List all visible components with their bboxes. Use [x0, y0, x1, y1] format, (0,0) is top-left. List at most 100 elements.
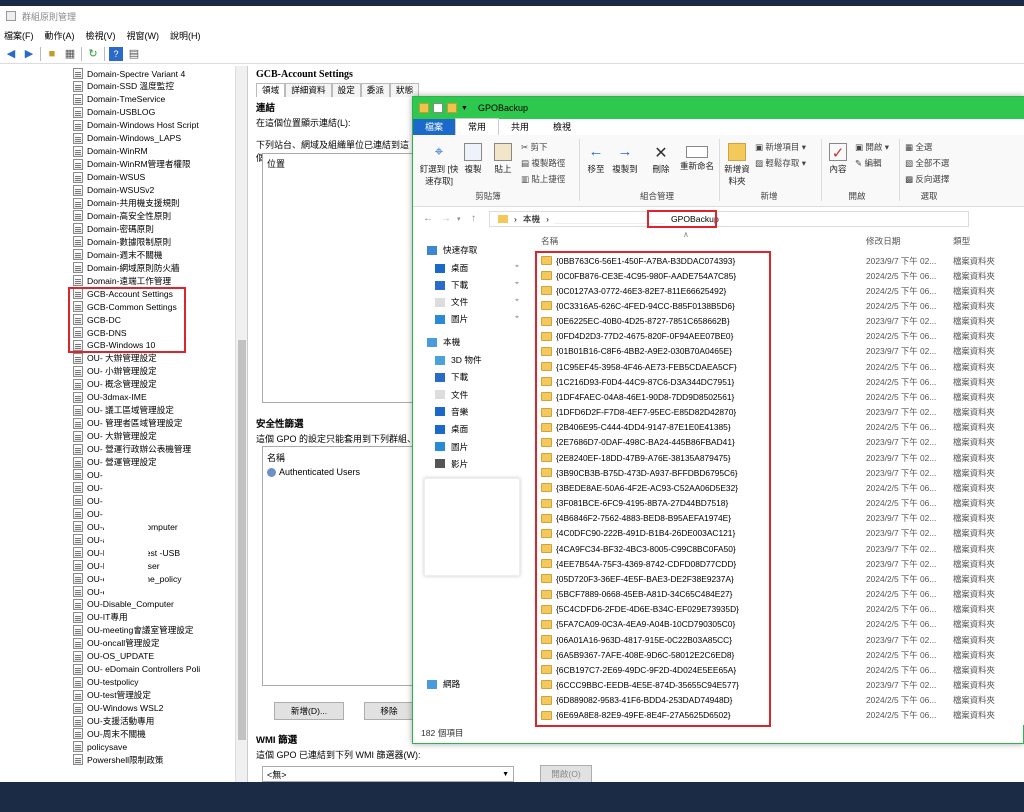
- tree-item[interactable]: Domain-SSD 溫度監控: [73, 80, 174, 93]
- tree-item[interactable]: OU- 營運管理設定: [73, 456, 157, 469]
- menu-action[interactable]: 動作(A): [45, 29, 75, 42]
- tree-item[interactable]: OU- 管理者區域管理設定: [73, 417, 182, 430]
- add-link-button[interactable]: 新增(D)...: [274, 702, 344, 720]
- tree-item[interactable]: OU- 議工區域管理設定: [73, 404, 174, 417]
- back-arrow-icon[interactable]: ◀: [4, 47, 18, 61]
- tree-item[interactable]: OU-3dmax-IME: [73, 391, 147, 404]
- ribbon-tab-file[interactable]: 檔案: [413, 119, 456, 135]
- properties-button[interactable]: ✓ 內容: [825, 143, 851, 175]
- file-row[interactable]: {1DF4FAEC-04A8-46E1-90D8-7DD9D8502561} 20…: [527, 389, 1024, 404]
- file-row[interactable]: {2E7686D7-0DAF-498C-BA24-445B86FBAD41} 20…: [527, 435, 1024, 450]
- links-table[interactable]: 位置: [262, 153, 414, 403]
- column-date[interactable]: 修改日期: [866, 235, 900, 247]
- wmi-filter-select[interactable]: <無> ▼: [262, 766, 514, 782]
- tree-item[interactable]: Domain-WSUS: [73, 171, 145, 184]
- tree-item[interactable]: OU-Disable_Computer: [73, 598, 174, 611]
- file-row[interactable]: {0C3316A5-626C-4FED-94CC-B85F0138B5D6} 20…: [527, 298, 1024, 313]
- easy-access-button[interactable]: ▨ 輕鬆存取 ▾: [755, 157, 806, 169]
- file-row[interactable]: {1DFD6D2F-F7D8-4EF7-95EC-E85D82D42870} 20…: [527, 405, 1024, 420]
- menu-view[interactable]: 檢視(V): [86, 29, 116, 42]
- quick-access-icon[interactable]: [433, 103, 443, 113]
- tree-item[interactable]: Domain-共用機支援規則: [73, 197, 180, 210]
- tab-settings[interactable]: 設定: [331, 83, 361, 97]
- cut-button[interactable]: ✂ 剪下: [521, 141, 548, 153]
- tree-item[interactable]: Domain-高安全性原則: [73, 209, 171, 222]
- tree-item[interactable]: OU- 大辦管理設定: [73, 430, 157, 443]
- console-tree-icon[interactable]: ▦: [63, 47, 77, 61]
- up-icon[interactable]: ↑: [471, 213, 476, 224]
- column-name[interactable]: 名稱: [541, 235, 558, 247]
- nav-item[interactable]: 桌面: [435, 261, 468, 275]
- new-folder-icon[interactable]: [447, 103, 457, 113]
- file-row[interactable]: {3F081BCE-6FC9-4195-8B7A-27D44BD7518} 202…: [527, 496, 1024, 511]
- rename-button[interactable]: 重新命名: [677, 143, 717, 172]
- forward-icon[interactable]: →: [441, 213, 451, 224]
- tree-item[interactable]: Domain-WSUSv2: [73, 184, 154, 197]
- file-row[interactable]: {01B01B16-C8F6-4BB2-A9E2-030B70A0465E} 20…: [527, 344, 1024, 359]
- back-icon[interactable]: ←: [423, 213, 433, 224]
- invert-selection-button[interactable]: ▩ 反向選擇: [905, 173, 949, 185]
- new-folder-button[interactable]: 新增資料夾: [723, 143, 751, 187]
- remove-link-button[interactable]: 移除: [364, 702, 414, 720]
- security-entry[interactable]: Authenticated Users: [267, 467, 360, 477]
- file-row[interactable]: {2E8240EF-18DD-47B9-A76E-38135A879475} 20…: [527, 450, 1024, 465]
- tree-item[interactable]: Domain-網域原則防火牆: [73, 261, 180, 274]
- tree-item[interactable]: Domain-USBLOG: [73, 106, 155, 119]
- copy-path-button[interactable]: ▤ 複製路徑: [521, 157, 565, 169]
- file-row[interactable]: {4C0DFC90-222B-491D-B1B4-26DE003AC121} 20…: [527, 526, 1024, 541]
- file-row[interactable]: {6CB197C7-2E69-49DC-9F2D-4D024E5EE65A} 20…: [527, 662, 1024, 677]
- tree-item[interactable]: OU- 大辦管理設定: [73, 352, 157, 365]
- nav-item[interactable]: 音樂: [435, 405, 468, 419]
- tree-item[interactable]: OU-oncall管理設定: [73, 637, 160, 650]
- tree-item[interactable]: OU-周末不關機: [73, 727, 146, 740]
- file-row[interactable]: {0C0127A3-0772-46E3-82E7-811E66625492} 20…: [527, 283, 1024, 298]
- open-button[interactable]: ▣ 開啟 ▾: [855, 141, 889, 153]
- tree-item[interactable]: Domain-密碼原則: [73, 222, 154, 235]
- properties-icon[interactable]: ▤: [127, 47, 141, 61]
- file-row[interactable]: {0FD4D2D3-77D2-4675-820F-0F94AEE07BE0} 20…: [527, 329, 1024, 344]
- file-row[interactable]: {1C216D93-F0D4-44C9-87C6-D3A344DC7951} 20…: [527, 374, 1024, 389]
- nav-item[interactable]: 桌面: [435, 422, 468, 436]
- nav-item[interactable]: 圖片: [435, 440, 468, 454]
- location-column-header[interactable]: 位置: [267, 157, 285, 170]
- new-item-button[interactable]: ▣ 新增項目 ▾: [755, 141, 806, 153]
- file-row[interactable]: {1C95EF45-3958-4F46-AE73-FEB5CDAEA5CF} 20…: [527, 359, 1024, 374]
- tree-item[interactable]: Domain-TmeService: [73, 93, 165, 106]
- tab-details[interactable]: 詳細資料: [285, 83, 332, 97]
- nav-item[interactable]: 本機: [427, 335, 460, 349]
- select-none-button[interactable]: ▧ 全部不選: [905, 157, 949, 169]
- breadcrumb-this-pc[interactable]: 本機: [523, 213, 540, 225]
- file-row[interactable]: {6CCC9BBC-EEDB-4E5E-874D-35655C94E577} 20…: [527, 677, 1024, 692]
- file-row[interactable]: {6D889082-9583-41F6-BDD4-253DAD74948D} 20…: [527, 693, 1024, 708]
- tree-item[interactable]: OU- 小辦管理設定: [73, 365, 157, 378]
- ribbon-tab-share[interactable]: 共用: [499, 119, 541, 135]
- file-row[interactable]: {5FA7CA09-0C3A-4EA9-A04B-10CD790305C0} 20…: [527, 617, 1024, 632]
- help-icon[interactable]: ?: [109, 46, 123, 61]
- file-row[interactable]: {6A5B9367-7AFE-408E-9D6C-58012E2C6ED8} 20…: [527, 647, 1024, 662]
- forward-arrow-icon[interactable]: ▶: [22, 47, 36, 61]
- tree-scrollbar[interactable]: [235, 66, 247, 782]
- ribbon-tab-home[interactable]: 常用: [455, 118, 500, 135]
- file-row[interactable]: {5BCF7889-0668-45EB-A81D-34C65C484E27} 20…: [527, 587, 1024, 602]
- file-row[interactable]: {0BB763C6-56E1-450F-A7BA-B3DDAC074393} 20…: [527, 253, 1024, 268]
- file-row[interactable]: {4B6846F2-7562-4883-BED8-B95AEFA1974E} 20…: [527, 511, 1024, 526]
- file-row[interactable]: {4EE7B54A-75F3-4369-8742-CDFD08D77CDD} 20…: [527, 556, 1024, 571]
- delete-button[interactable]: ✕ 刪除: [647, 143, 675, 175]
- file-row[interactable]: {3B90CB3B-B75D-473D-A937-BFFDBD6795C6} 20…: [527, 465, 1024, 480]
- tree-item[interactable]: OU- 營運行政辦公表機管理: [73, 443, 191, 456]
- qat-dropdown-icon[interactable]: ▼: [461, 105, 468, 112]
- pin-quick-access-button[interactable]: ⌖ 釘選到 [快速存取]: [419, 143, 459, 187]
- tree-item[interactable]: OU-Windows WSL2: [73, 702, 163, 715]
- tree-item[interactable]: OU-testpolicy: [73, 676, 139, 689]
- tab-delegation[interactable]: 委派: [360, 83, 390, 97]
- nav-item[interactable]: 下載: [435, 370, 468, 384]
- file-row[interactable]: {4CA9FC34-BF32-4BC3-8005-C99C8BC0FA50} 20…: [527, 541, 1024, 556]
- tree-item[interactable]: OU-OS_UPDATE: [73, 650, 154, 663]
- nav-item[interactable]: 文件: [435, 295, 468, 309]
- tree-item[interactable]: OU-meeting會議室管理設定: [73, 624, 193, 637]
- ribbon-tab-view[interactable]: 檢視: [541, 119, 583, 135]
- file-row[interactable]: {05D720F3-36EF-4E5F-BAE3-DE2F38E9237A} 20…: [527, 571, 1024, 586]
- file-row[interactable]: {06A01A16-963D-4817-915E-0C22B03A85CC} 20…: [527, 632, 1024, 647]
- file-row[interactable]: {3BEDE8AE-50A6-4F2E-AC93-C52AA06D5E32} 20…: [527, 480, 1024, 495]
- tree-item[interactable]: Domain-WinRM: [73, 145, 148, 158]
